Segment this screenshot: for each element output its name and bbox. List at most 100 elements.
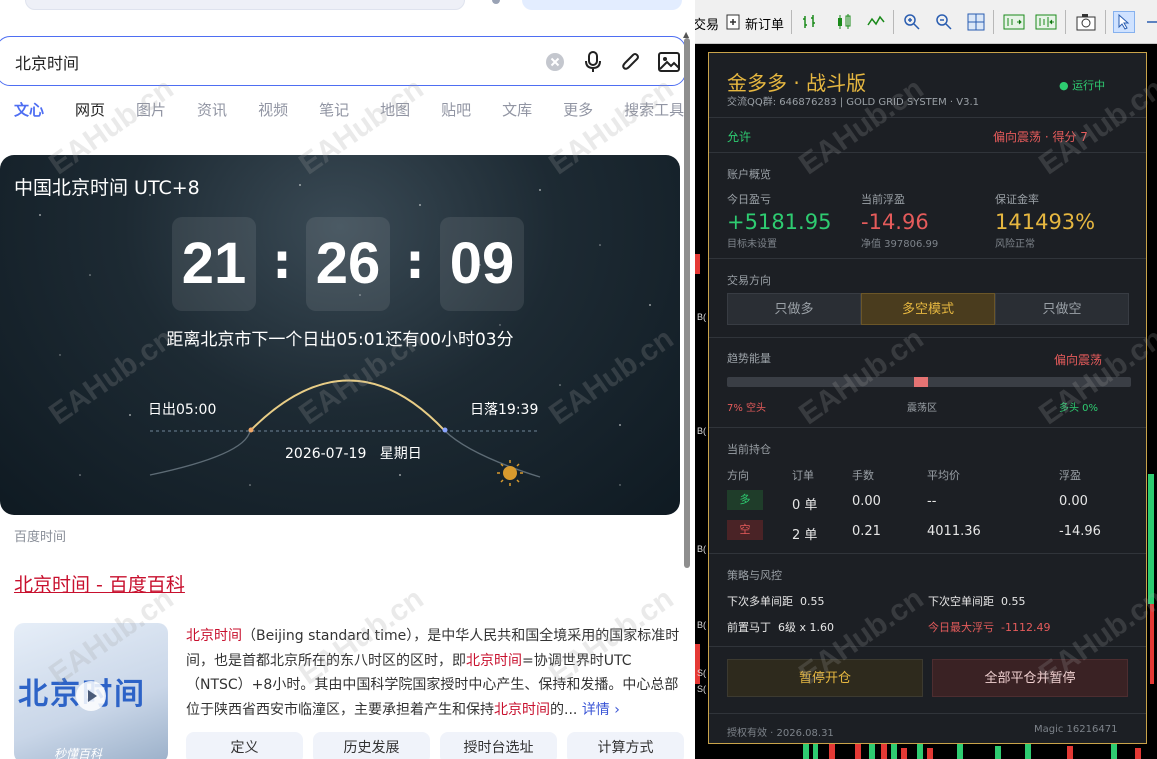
snippet-text: 的... — [550, 701, 578, 718]
tab-wenxin[interactable]: 文心 — [14, 99, 44, 121]
pos-header-orders: 订单 — [792, 469, 814, 482]
search-box[interactable]: 北京时间 — [0, 36, 686, 86]
bar-chart-icon[interactable] — [799, 11, 821, 33]
chip-station-site[interactable]: 授时台选址 — [440, 732, 557, 759]
margin-note: 风险正常 — [995, 239, 1035, 250]
tab-notes[interactable]: 笔记 — [319, 99, 349, 121]
snippet-highlight: 北京时间 — [494, 701, 550, 718]
candlestick-icon[interactable] — [833, 11, 855, 33]
short-avg: 4011.36 — [927, 524, 981, 539]
magic-number: Magic 16216471 — [1034, 724, 1118, 735]
tab-search-tools[interactable]: 搜索工具 — [624, 99, 684, 121]
line-chart-icon[interactable] — [865, 11, 887, 33]
thumb-caption: 秒懂百科 — [54, 747, 103, 759]
margin-label: 保证金率 — [995, 193, 1039, 206]
running-status: ● 运行中 — [1059, 79, 1106, 92]
attachment-icon[interactable] — [619, 50, 643, 74]
short-lots: 0.21 — [852, 524, 881, 539]
today-pnl-note: 目标未设置 — [727, 239, 777, 250]
long-pnl: 0.00 — [1059, 494, 1088, 509]
zoom-out-icon[interactable] — [933, 11, 955, 33]
top-action-button[interactable] — [522, 0, 682, 10]
result-chips: 定义 历史发展 授时台选址 计算方式 — [186, 732, 694, 759]
axis-label: S( — [697, 668, 706, 678]
market-bias: 偏向震荡 · 得分 7 — [993, 130, 1088, 144]
tab-video[interactable]: 视频 — [258, 99, 288, 121]
screenshot-icon[interactable] — [1075, 11, 1097, 33]
margin-value: 141493% — [995, 210, 1096, 234]
image-search-icon[interactable] — [657, 50, 681, 74]
cursor-icon[interactable] — [1113, 11, 1135, 33]
direction-short-only[interactable]: 只做空 — [995, 293, 1129, 325]
direction-long-only[interactable]: 只做多 — [727, 293, 861, 325]
pos-header-avg: 平均价 — [927, 469, 960, 482]
tab-wenku[interactable]: 文库 — [502, 99, 532, 121]
vertical-scrollbar[interactable]: ▲ — [682, 30, 692, 570]
trend-bull-pct: 多头 0% — [1059, 403, 1099, 414]
chip-definition[interactable]: 定义 — [186, 732, 303, 759]
date-value: 2026-07-19 — [285, 446, 367, 462]
pause-opening-button[interactable]: 暂停开仓 — [727, 659, 923, 697]
tab-map[interactable]: 地图 — [380, 99, 410, 121]
short-pnl: -14.96 — [1059, 524, 1101, 539]
trend-section-title: 趋势能量 — [727, 352, 771, 365]
next-buy-spacing: 下次多单间距 0.55 — [727, 595, 825, 608]
clock-seconds: 09 — [440, 217, 524, 311]
clock-separator: : — [272, 234, 292, 290]
chip-history[interactable]: 历史发展 — [313, 732, 430, 759]
chevron-right-icon: › — [614, 701, 620, 718]
clock-card: 中国北京时间 UTC+8 21 : 26 : 09 距离北京市下一个日出05:0… — [0, 155, 680, 515]
next-sell-spacing: 下次空单间距 0.55 — [928, 595, 1026, 608]
sunrise-time: 日出05:00 — [148, 402, 217, 418]
result-snippet: 北京时间（Beijing standard time），是中华人民共和国全境采用… — [186, 624, 680, 722]
snippet-highlight: 北京时间 — [466, 652, 522, 669]
toolbar-trade-label[interactable]: 交易 — [695, 14, 719, 33]
clear-icon[interactable] — [543, 50, 567, 74]
zoom-in-icon[interactable] — [901, 11, 923, 33]
ea-control-panel: 金多多 · 战斗版 交流QQ群: 646876283 | GOLD GRID S… — [708, 52, 1147, 744]
tab-images[interactable]: 图片 — [136, 99, 166, 121]
long-badge: 多 — [727, 490, 763, 510]
floating-value: -14.96 — [861, 210, 929, 234]
result-title-link[interactable]: 北京时间 - 百度百科 — [14, 570, 185, 597]
long-lots: 0.00 — [852, 494, 881, 509]
tab-tieba[interactable]: 贴吧 — [441, 99, 471, 121]
today-pnl-value: +5181.95 — [727, 210, 832, 234]
clock-separator: : — [405, 234, 425, 290]
short-orders: 2 单 — [792, 528, 818, 543]
tab-news[interactable]: 资讯 — [197, 99, 227, 121]
close-all-pause-button[interactable]: 全部平仓并暂停 — [932, 659, 1128, 697]
crosshair-icon[interactable] — [1143, 11, 1157, 33]
today-pnl-label: 今日盈亏 — [727, 193, 771, 206]
clock-minutes: 26 — [306, 217, 390, 311]
tab-more[interactable]: 更多 — [563, 99, 593, 121]
details-link[interactable]: 详情 › — [582, 702, 620, 718]
play-icon[interactable] — [76, 681, 106, 711]
panel-subtitle: 交流QQ群: 646876283 | GOLD GRID SYSTEM · V3… — [727, 97, 980, 108]
weekday-value: 星期日 — [379, 446, 422, 462]
trend-state: 偏向震荡 — [1054, 353, 1103, 367]
new-order-icon[interactable] — [723, 11, 745, 33]
result-thumbnail[interactable]: 北京时间 秒懂百科 — [14, 623, 168, 759]
microphone-icon[interactable] — [581, 50, 605, 74]
search-input[interactable]: 北京时间 — [15, 50, 79, 74]
scrollbar-thumb[interactable] — [684, 38, 690, 568]
sunrise-countdown: 距离北京市下一个日出05:01还有00小时03分 — [166, 330, 514, 350]
pos-header-pnl: 浮盈 — [1059, 469, 1081, 482]
tab-web[interactable]: 网页 — [75, 99, 105, 121]
browser-top-strip — [0, 0, 695, 18]
terminal-toolbar: 交易 新订单 — [695, 0, 1157, 44]
address-bar[interactable] — [25, 0, 465, 10]
direction-both[interactable]: 多空模式 — [861, 293, 995, 325]
autoscroll-icon[interactable] — [1003, 11, 1025, 33]
clock-title: 中国北京时间 UTC+8 — [14, 177, 200, 199]
chip-calculation[interactable]: 计算方式 — [567, 732, 684, 759]
new-order-button[interactable]: 新订单 — [745, 14, 784, 33]
tile-windows-icon[interactable] — [965, 11, 987, 33]
long-avg: -- — [927, 494, 937, 509]
axis-label: B( — [697, 620, 706, 630]
trading-terminal: 交易 新订单 B(B(B(B(S(S(金多多 · 战斗版 交流QQ群… — [695, 0, 1157, 759]
trend-range-label: 震荡区 — [907, 403, 937, 414]
chart-shift-icon[interactable] — [1035, 11, 1057, 33]
trend-energy-bar — [727, 377, 1131, 387]
